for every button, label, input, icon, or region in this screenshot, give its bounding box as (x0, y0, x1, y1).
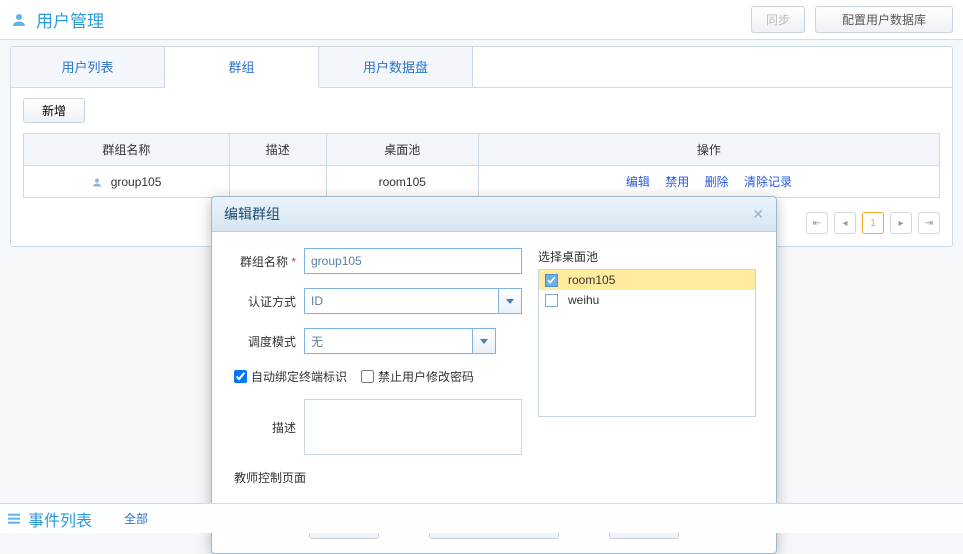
pool-name: weihu (568, 293, 599, 307)
col-desc: 描述 (229, 134, 326, 166)
table-row: group105 room105 编辑 禁用 删除 清除记录 (24, 166, 940, 198)
cell-name-text: group105 (111, 175, 162, 189)
cell-name: group105 (24, 166, 230, 198)
schedule-value[interactable] (304, 328, 472, 354)
pool-item-room105[interactable]: room105 (539, 270, 755, 290)
header-buttons: 同步 配置用户数据库 (751, 6, 953, 33)
cell-actions: 编辑 禁用 删除 清除记录 (478, 166, 939, 198)
event-list-title: 事件列表 (28, 507, 92, 531)
label-desc: 描述 (232, 419, 304, 436)
action-disable[interactable]: 禁用 (665, 175, 689, 189)
auto-bind-input[interactable] (234, 370, 247, 383)
pager-page[interactable]: 1 (862, 212, 884, 234)
pager-last[interactable]: ⇥ (918, 212, 940, 234)
cell-desc (229, 166, 326, 198)
tab-groups[interactable]: 群组 (165, 47, 319, 88)
deny-pwd-input[interactable] (361, 370, 374, 383)
label-schedule: 调度模式 (232, 333, 304, 350)
chevron-down-icon[interactable] (472, 328, 496, 354)
list-icon (6, 511, 22, 527)
cell-pool: room105 (326, 166, 478, 198)
edit-group-dialog: 编辑群组 ✕ 群组名称 认证方式 调度模式 (211, 196, 777, 554)
config-db-button[interactable]: 配置用户数据库 (815, 6, 953, 33)
label-auth: 认证方式 (232, 293, 304, 310)
action-clear[interactable]: 清除记录 (744, 175, 792, 189)
deny-pwd-checkbox[interactable]: 禁止用户修改密码 (361, 368, 474, 385)
pool-column: 选择桌面池 room105 weihu (538, 248, 756, 496)
users-icon (10, 11, 28, 29)
new-button[interactable]: 新增 (23, 98, 85, 123)
desc-textarea[interactable] (304, 399, 522, 455)
tab-user-list[interactable]: 用户列表 (11, 47, 165, 87)
pool-name: room105 (568, 273, 615, 287)
col-actions: 操作 (478, 134, 939, 166)
dialog-title: 编辑群组 (224, 204, 280, 224)
sync-button[interactable]: 同步 (751, 6, 805, 33)
chevron-down-icon[interactable] (498, 288, 522, 314)
pager-next[interactable]: ▸ (890, 212, 912, 234)
action-edit[interactable]: 编辑 (626, 175, 650, 189)
group-table: 群组名称 描述 桌面池 操作 group105 room105 编辑 禁用 删除… (23, 133, 940, 198)
check-icon[interactable] (545, 294, 558, 307)
group-icon (91, 176, 103, 188)
pool-item-weihu[interactable]: weihu (539, 290, 755, 310)
col-name: 群组名称 (24, 134, 230, 166)
label-pool: 选择桌面池 (538, 248, 756, 265)
pager-prev[interactable]: ◂ (834, 212, 856, 234)
event-list-bar: 事件列表 全部 (0, 503, 963, 533)
toolbar: 新增 (11, 88, 952, 133)
auth-value[interactable] (304, 288, 498, 314)
tab-user-disk[interactable]: 用户数据盘 (319, 47, 473, 87)
dialog-header: 编辑群组 ✕ (212, 197, 776, 232)
auto-bind-checkbox[interactable]: 自动绑定终端标识 (234, 368, 347, 385)
dialog-body: 群组名称 认证方式 调度模式 自动绑定终端标识 禁止用户修改密码 (212, 232, 776, 502)
pool-list[interactable]: room105 weihu (538, 269, 756, 417)
event-tab-all[interactable]: 全部 (112, 510, 160, 527)
group-name-input[interactable] (304, 248, 522, 274)
label-group-name: 群组名称 (232, 253, 304, 270)
schedule-select[interactable] (304, 328, 496, 354)
col-pool: 桌面池 (326, 134, 478, 166)
check-icon[interactable] (545, 274, 558, 287)
auth-select[interactable] (304, 288, 522, 314)
action-delete[interactable]: 删除 (705, 175, 729, 189)
label-teacher: 教师控制页面 (234, 469, 522, 486)
form-column: 群组名称 认证方式 调度模式 自动绑定终端标识 禁止用户修改密码 (232, 248, 522, 496)
pager-first[interactable]: ⇤ (806, 212, 828, 234)
page-header: 用户管理 同步 配置用户数据库 (0, 0, 963, 40)
page-title: 用户管理 (36, 7, 104, 32)
close-icon[interactable]: ✕ (752, 206, 764, 223)
checkbox-row: 自动绑定终端标识 禁止用户修改密码 (234, 368, 522, 385)
tab-bar: 用户列表 群组 用户数据盘 (11, 47, 952, 88)
